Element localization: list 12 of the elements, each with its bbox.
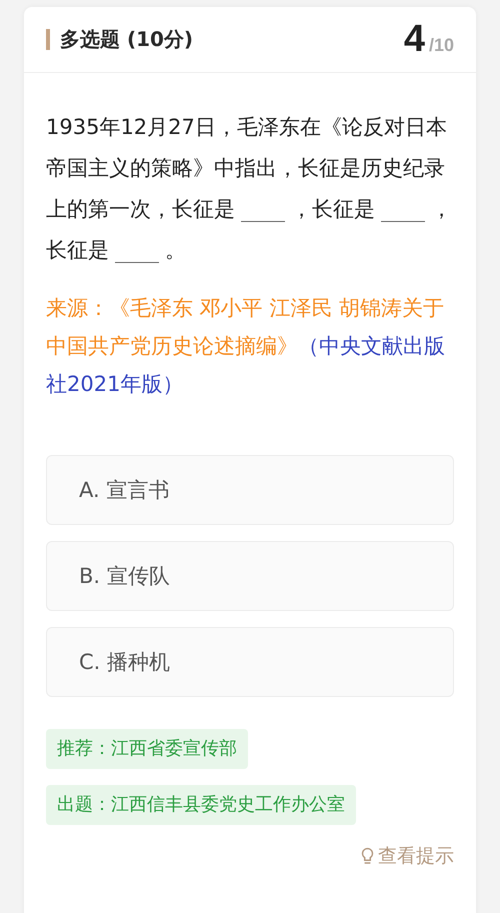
answer-option[interactable]: A. 宣言书 xyxy=(46,455,454,525)
info-tag: 推荐：江西省委宣传部 xyxy=(46,729,248,769)
accent-bar xyxy=(46,29,50,50)
info-tag: 出题：江西信丰县委党史工作办公室 xyxy=(46,785,356,825)
question-number: 4 xyxy=(404,18,425,61)
source-note: 来源：《毛泽东 邓小平 江泽民 胡锦涛关于中国共产党历史论述摘编》（中央文献出版社2021年版） xyxy=(46,295,446,398)
question-total: /10 xyxy=(428,35,454,56)
lightbulb-icon xyxy=(361,846,374,866)
question-text: 1935年12月27日，毛泽东在《论反对日本帝国主义的策略》中指出，长征是历史纪录上的第一次，长征是 ，长征是 ，长征是 。 xyxy=(46,114,453,265)
answer-option[interactable]: B. 宣传队 xyxy=(46,541,454,611)
answer-option[interactable]: C. 播种机 xyxy=(46,627,454,697)
question-type: 多选题 (10分) xyxy=(60,26,194,53)
